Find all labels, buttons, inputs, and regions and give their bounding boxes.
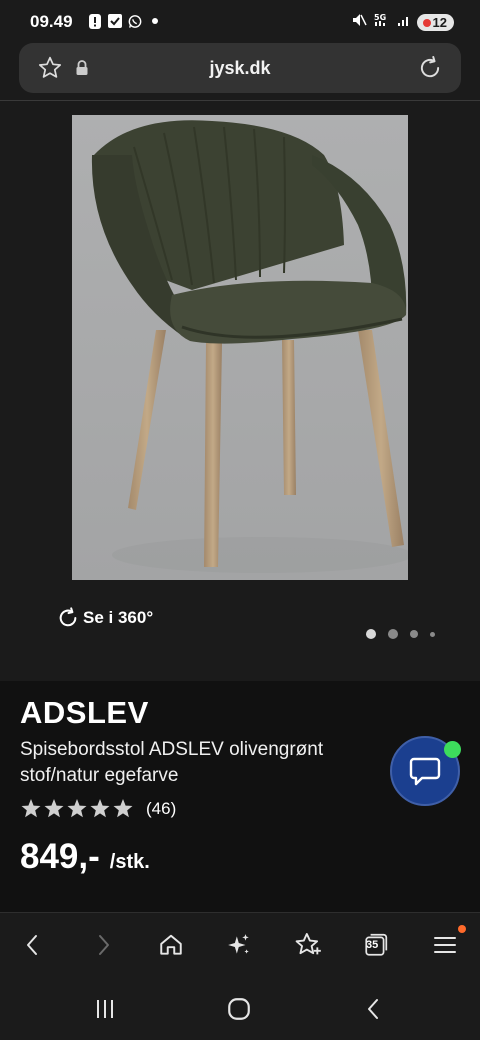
menu-notification-dot <box>458 925 466 933</box>
pagination-dot-4[interactable] <box>430 631 435 637</box>
tabs-count: 35 <box>366 939 379 951</box>
back-nav-icon[interactable] <box>359 995 389 1023</box>
product-title: ADSLEV <box>20 695 149 730</box>
url-domain[interactable]: jysk.dk <box>19 58 461 79</box>
image-pagination[interactable] <box>366 629 435 639</box>
status-time: 09.49 <box>30 12 73 31</box>
url-bar[interactable]: jysk.dk <box>19 43 461 93</box>
reload-icon[interactable] <box>417 55 443 86</box>
recent-apps-icon[interactable] <box>90 995 120 1023</box>
checkbox-notification-icon <box>108 13 122 29</box>
product-gallery[interactable]: Se i 360° <box>0 101 480 681</box>
chair-illustration <box>72 115 408 580</box>
battery-indicator: 12 <box>416 14 454 31</box>
pagination-dot-3[interactable] <box>410 630 418 638</box>
product-price: 849,- /stk. <box>20 837 150 877</box>
product-description: Spisebordsstol ADSLEV olivengrønt stof/n… <box>20 739 324 786</box>
price-unit: /stk. <box>109 851 150 873</box>
cell-signal-icon <box>397 13 411 32</box>
more-notifications-dot-icon <box>148 13 162 29</box>
pagination-dot-2[interactable] <box>388 629 398 639</box>
mute-icon <box>351 12 367 33</box>
chat-online-indicator <box>444 741 461 758</box>
notification-icons <box>88 13 162 29</box>
view-360-button[interactable]: Se i 360° <box>57 607 153 629</box>
forward-icon[interactable] <box>87 929 119 961</box>
system-nav-bar <box>0 977 480 1040</box>
rotate-360-icon <box>59 607 77 627</box>
whatsapp-icon <box>128 13 142 29</box>
battery-level: 12 <box>432 15 447 30</box>
battery-low-icon <box>422 18 431 27</box>
chat-bubble-icon <box>409 757 441 786</box>
product-image[interactable] <box>72 115 408 580</box>
notification-alert-icon <box>88 13 102 29</box>
browser-toolbar: 35 <box>0 912 480 978</box>
menu-icon[interactable] <box>429 929 461 961</box>
bookmarks-star-icon[interactable] <box>292 929 324 961</box>
pagination-dot-1[interactable] <box>366 629 376 639</box>
home-nav-icon[interactable] <box>224 995 254 1023</box>
5g-signal-icon: 5G <box>373 12 391 33</box>
view-360-label: Se i 360° <box>83 608 154 627</box>
status-right-icons: 5G 12 <box>351 12 454 33</box>
home-icon[interactable] <box>155 929 187 961</box>
price-amount: 849,- <box>20 837 100 876</box>
tabs-icon[interactable]: 35 <box>360 929 392 961</box>
rating-count[interactable]: (46) <box>146 799 176 819</box>
rating-stars-icon <box>21 799 133 818</box>
product-rating[interactable]: (46) <box>20 798 176 820</box>
back-icon[interactable] <box>17 929 49 961</box>
sparkle-assistant-icon[interactable] <box>223 929 255 961</box>
svg-text:5G: 5G <box>374 13 386 22</box>
status-bar: 09.49 5G 12 <box>0 0 480 44</box>
